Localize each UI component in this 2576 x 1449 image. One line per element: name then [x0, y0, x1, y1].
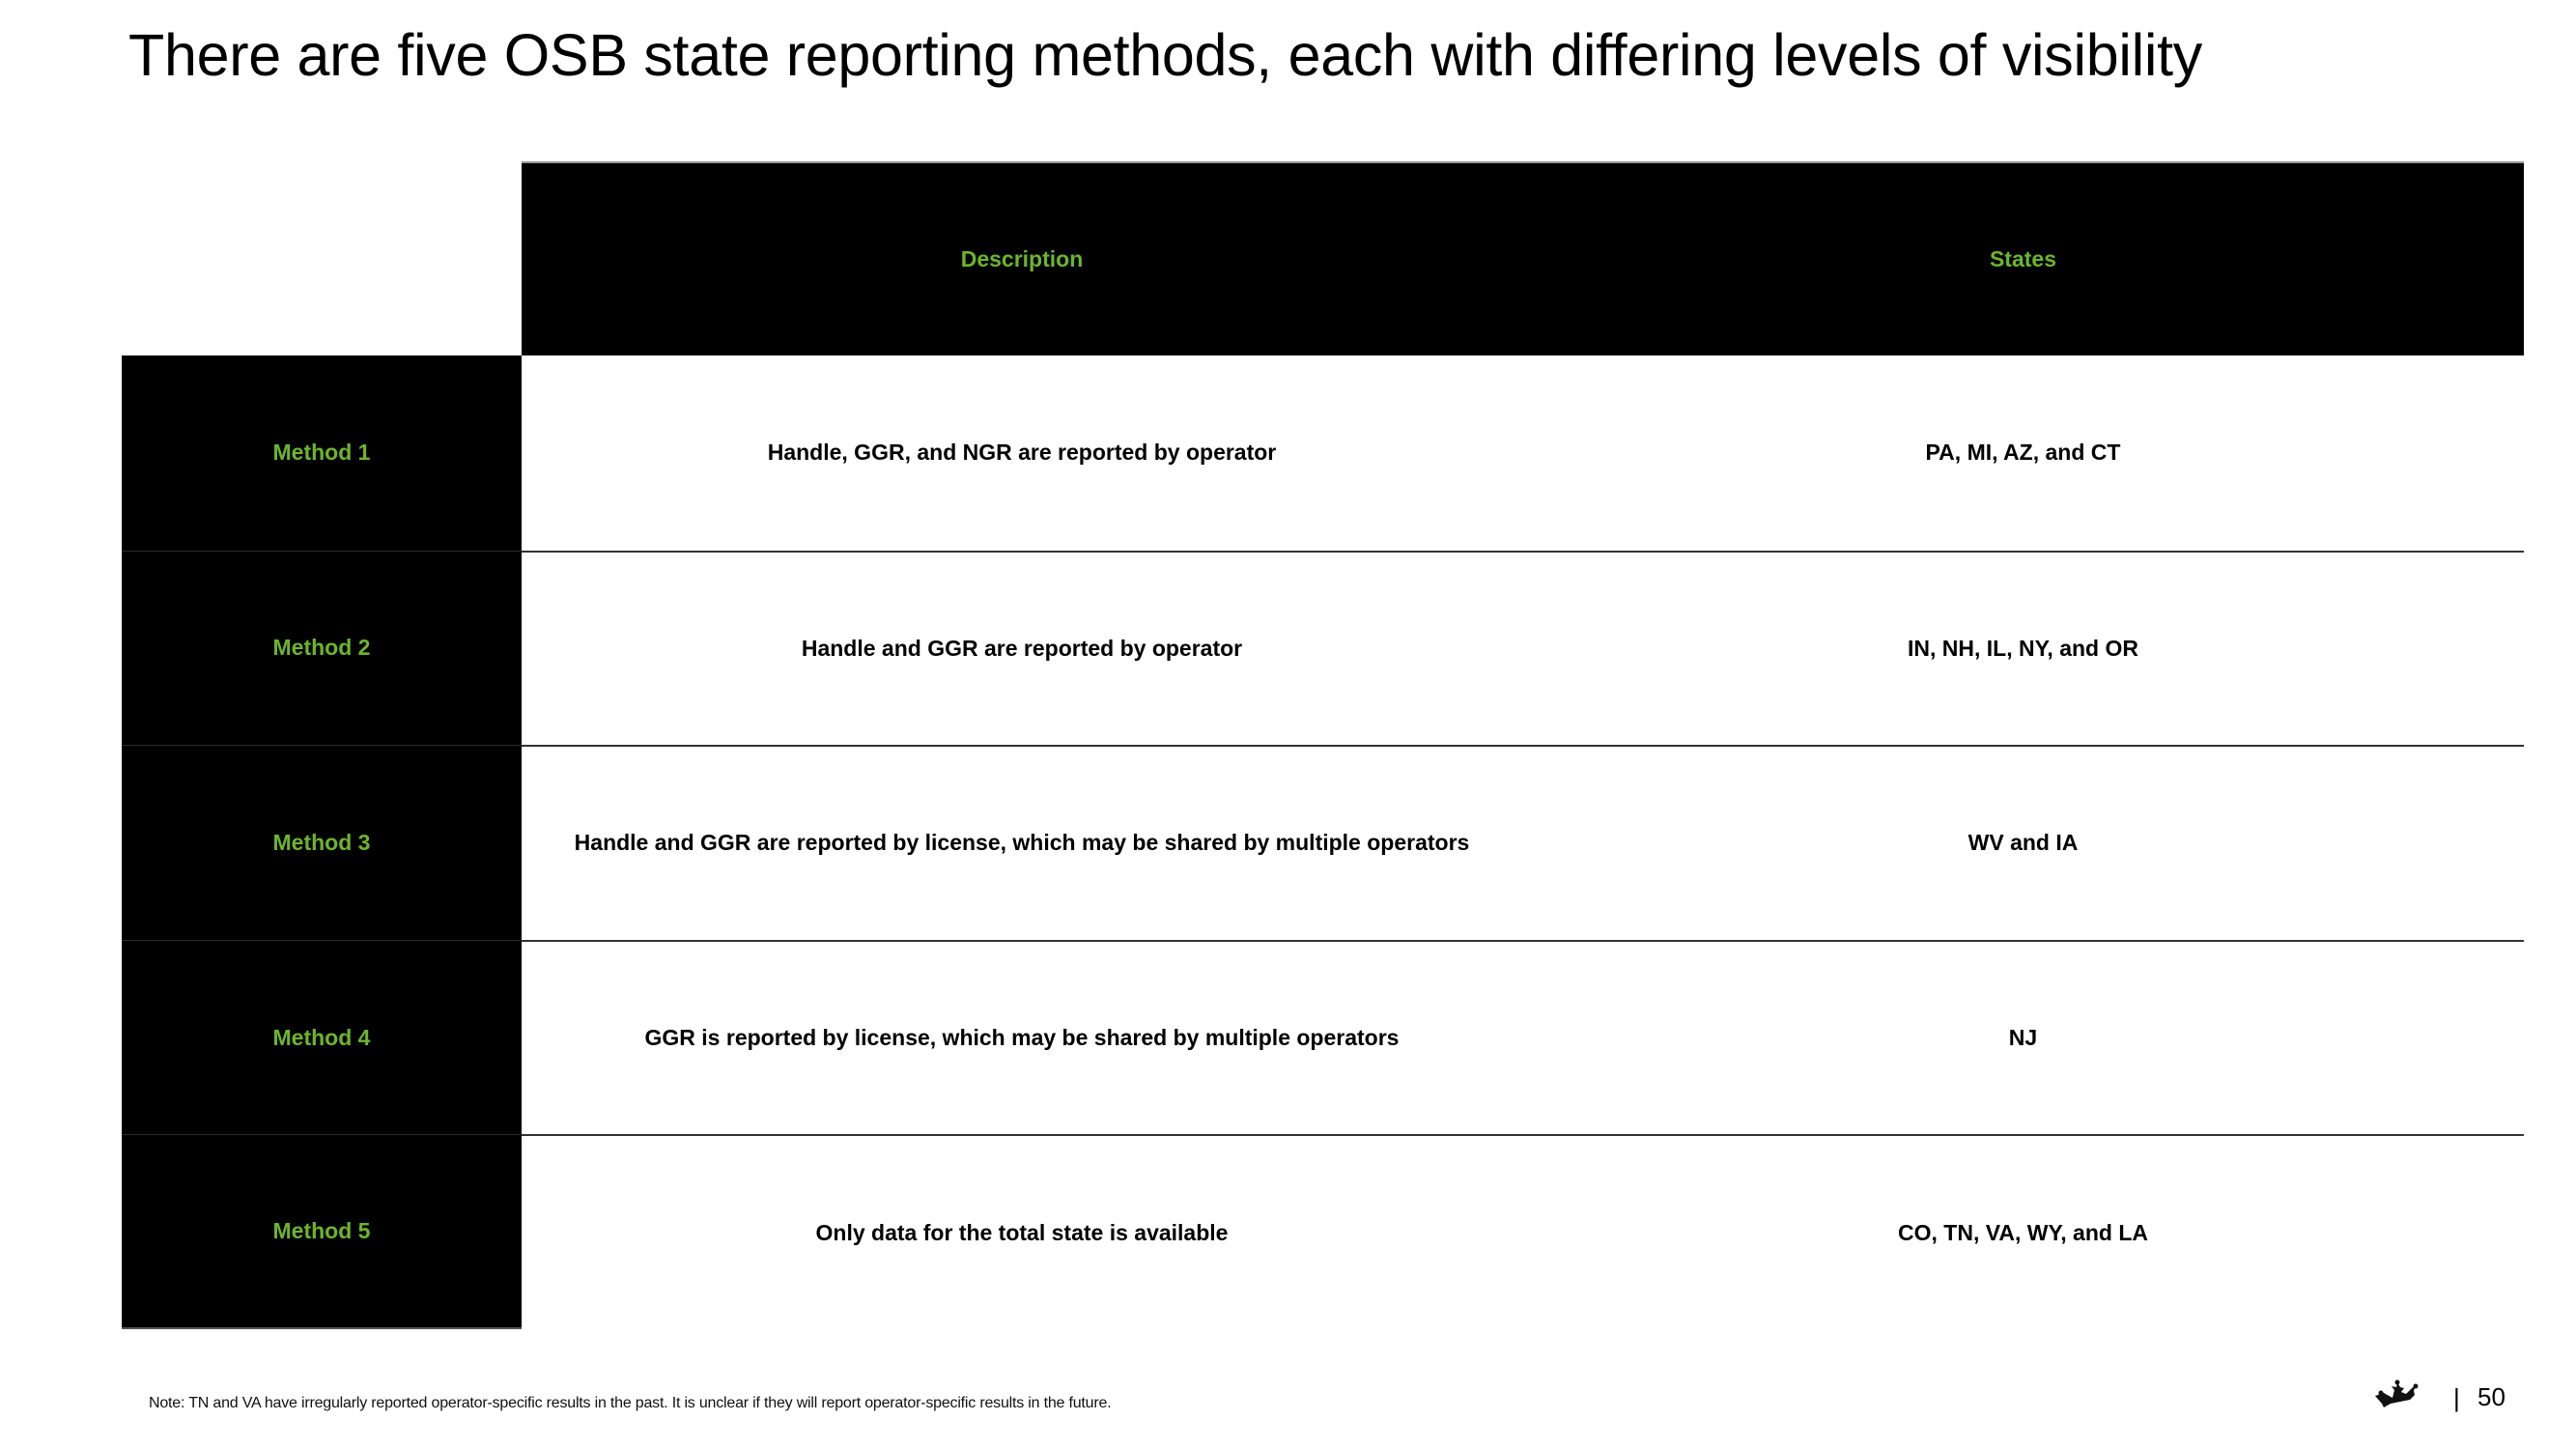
method-description: Handle and GGR are reported by license, … — [522, 745, 1522, 940]
method-states: NJ — [1522, 939, 2524, 1135]
footnote: Note: TN and VA have irregularly reporte… — [149, 1395, 1112, 1411]
method-label: Method 3 — [122, 745, 522, 940]
method-description: Handle, GGR, and NGR are reported by ope… — [767, 440, 1277, 466]
footer-separator: | — [2453, 1383, 2460, 1412]
method-description: Only data for the total state is availab… — [522, 1134, 1522, 1329]
table-row: Method 3 Handle and GGR are reported by … — [122, 745, 2524, 940]
header-states: States — [1989, 246, 2057, 271]
crown-icon — [2375, 1379, 2419, 1407]
table-row: Method 5 Only data for the total state i… — [122, 1134, 2524, 1329]
methods-table: Method 1 Handle, GGR, and NGR are report… — [122, 355, 2524, 1329]
header-description: Description — [960, 246, 1084, 271]
method-label: Method 5 — [122, 1134, 522, 1329]
method-label: Method 4 — [122, 939, 522, 1135]
method-states: IN, NH, IL, NY, and OR — [1522, 550, 2524, 746]
method-states: WV and IA — [1522, 745, 2524, 940]
method-label: Method 1 — [122, 355, 522, 551]
table-row: Method 2 Handle and GGR are reported by … — [122, 550, 2524, 746]
table-row: Method 4 GGR is reported by license, whi… — [122, 939, 2524, 1135]
slide-title: There are five OSB state reporting metho… — [128, 22, 2202, 88]
method-states: PA, MI, AZ, and CT — [1925, 440, 2121, 466]
page-number: 50 — [2477, 1382, 2505, 1411]
method-description: GGR is reported by license, which may be… — [522, 939, 1522, 1135]
table-row: Method 1 Handle, GGR, and NGR are report… — [122, 355, 2524, 551]
method-description: Handle and GGR are reported by operator — [522, 550, 1522, 746]
method-states: CO, TN, VA, WY, and LA — [1522, 1134, 2524, 1329]
table-header: Description States — [522, 161, 2524, 355]
method-label: Method 2 — [122, 550, 522, 746]
